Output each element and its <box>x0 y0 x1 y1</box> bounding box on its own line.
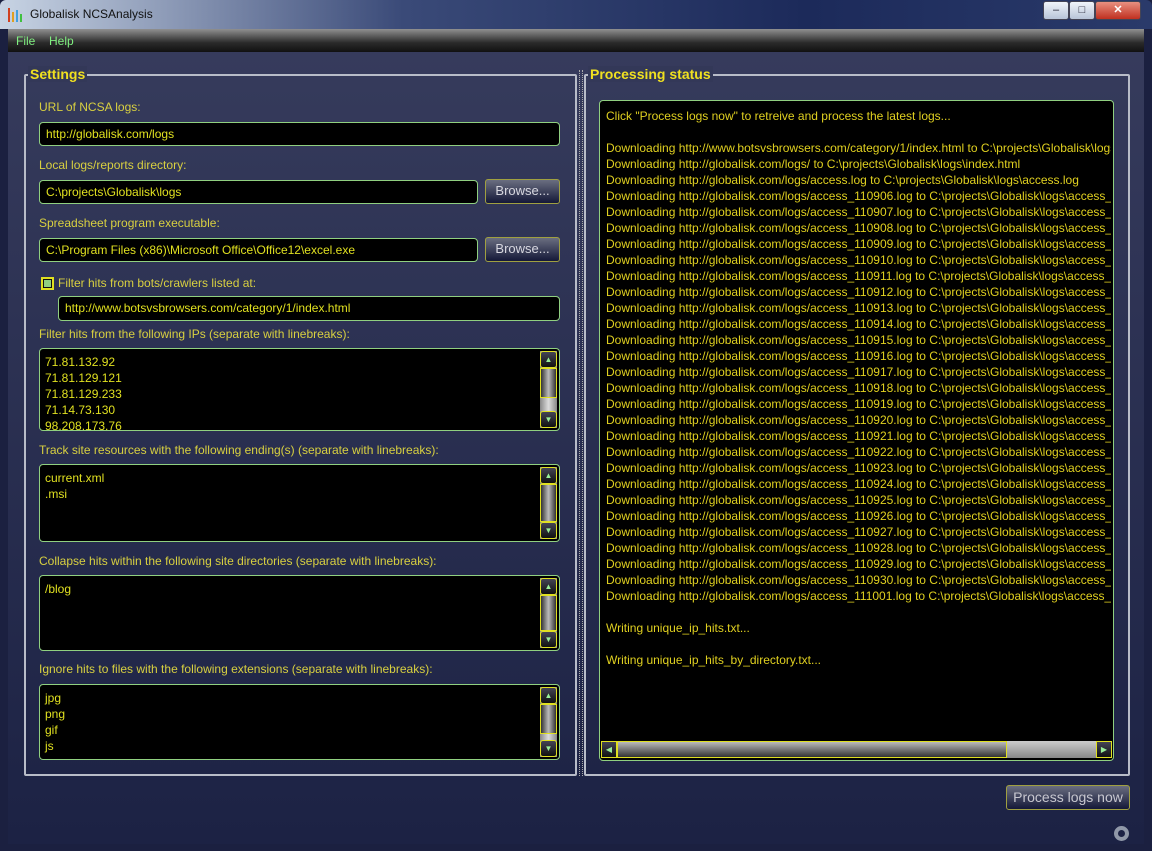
settings-title: Settings <box>28 66 87 82</box>
ips-label: Filter hits from the following IPs (sepa… <box>39 327 350 341</box>
app-icon <box>8 6 24 22</box>
scroll-down-icon[interactable]: ▼ <box>540 411 557 428</box>
scroll-up-icon[interactable]: ▲ <box>540 351 557 368</box>
exe-input[interactable]: C:\Program Files (x86)\Microsoft Office\… <box>39 238 478 262</box>
scroll-down-icon[interactable]: ▼ <box>540 522 557 539</box>
browse-dir-button[interactable]: Browse... <box>485 179 560 204</box>
busy-spinner-icon <box>1114 826 1129 841</box>
dir-input[interactable]: C:\projects\Globalisk\logs <box>39 180 478 204</box>
scroll-up-icon[interactable]: ▲ <box>540 578 557 595</box>
ignore-text: jpg png gif js <box>45 690 554 754</box>
log-output[interactable]: Click "Process logs now" to retreive and… <box>599 100 1114 761</box>
bots-checkbox[interactable] <box>41 277 54 290</box>
ips-text: 71.81.132.92 71.81.129.121 71.81.129.233… <box>45 354 554 431</box>
dir-label: Local logs/reports directory: <box>39 158 186 172</box>
browse-exe-button[interactable]: Browse... <box>485 237 560 262</box>
scroll-down-icon[interactable]: ▼ <box>540 631 557 648</box>
scroll-right-icon[interactable]: ▶ <box>1096 741 1112 758</box>
scroll-thumb[interactable] <box>540 484 557 522</box>
scroll-thumb[interactable] <box>540 704 557 734</box>
scroll-left-icon[interactable]: ◀ <box>601 741 617 758</box>
scroll-down-icon[interactable]: ▼ <box>540 740 557 757</box>
minimize-button[interactable]: – <box>1043 1 1069 20</box>
url-label: URL of NCSA logs: <box>39 100 141 114</box>
title-bar: Globalisk NCSAnalysis – □ ✕ <box>0 0 1152 29</box>
scroll-thumb[interactable] <box>540 595 557 631</box>
bots-label: Filter hits from bots/crawlers listed at… <box>58 276 256 290</box>
track-label: Track site resources with the following … <box>39 443 439 457</box>
maximize-button[interactable]: □ <box>1069 1 1095 20</box>
collapse-text: /blog <box>45 581 554 597</box>
vertical-scrollbar[interactable]: ▲▼ <box>540 687 557 757</box>
processing-status-title: Processing status <box>588 66 713 82</box>
window-title: Globalisk NCSAnalysis <box>30 7 153 21</box>
vertical-scrollbar[interactable]: ▲▼ <box>540 578 557 648</box>
url-input[interactable]: http://globalisk.com/logs <box>39 122 560 146</box>
process-logs-button[interactable]: Process logs now <box>1006 785 1130 810</box>
scroll-up-icon[interactable]: ▲ <box>540 687 557 704</box>
collapse-textarea[interactable]: /blog ▲▼ <box>39 575 560 651</box>
menu-help[interactable]: Help <box>49 34 74 48</box>
collapse-label: Collapse hits within the following site … <box>39 554 437 568</box>
track-text: current.xml .msi <box>45 470 554 502</box>
ignore-textarea[interactable]: jpg png gif js ▲▼ <box>39 684 560 760</box>
vertical-scrollbar[interactable]: ▲▼ <box>540 467 557 539</box>
close-button[interactable]: ✕ <box>1095 1 1141 20</box>
exe-label: Spreadsheet program executable: <box>39 216 220 230</box>
vertical-scrollbar[interactable]: ▲▼ <box>540 351 557 428</box>
menu-file[interactable]: File <box>16 34 35 48</box>
splitter[interactable] <box>579 70 583 776</box>
scroll-up-icon[interactable]: ▲ <box>540 467 557 484</box>
scroll-thumb[interactable] <box>617 741 1007 758</box>
horizontal-scrollbar[interactable]: ◀ ▶ <box>601 741 1112 758</box>
track-textarea[interactable]: current.xml .msi ▲▼ <box>39 464 560 542</box>
scroll-thumb[interactable] <box>540 368 557 398</box>
ips-textarea[interactable]: 71.81.132.92 71.81.129.121 71.81.129.233… <box>39 348 560 431</box>
log-text: Click "Process logs now" to retreive and… <box>606 108 1111 668</box>
menu-bar: File Help <box>8 29 1144 52</box>
ignore-label: Ignore hits to files with the following … <box>39 662 433 676</box>
bots-url-input[interactable]: http://www.botsvsbrowsers.com/category/1… <box>58 296 560 321</box>
